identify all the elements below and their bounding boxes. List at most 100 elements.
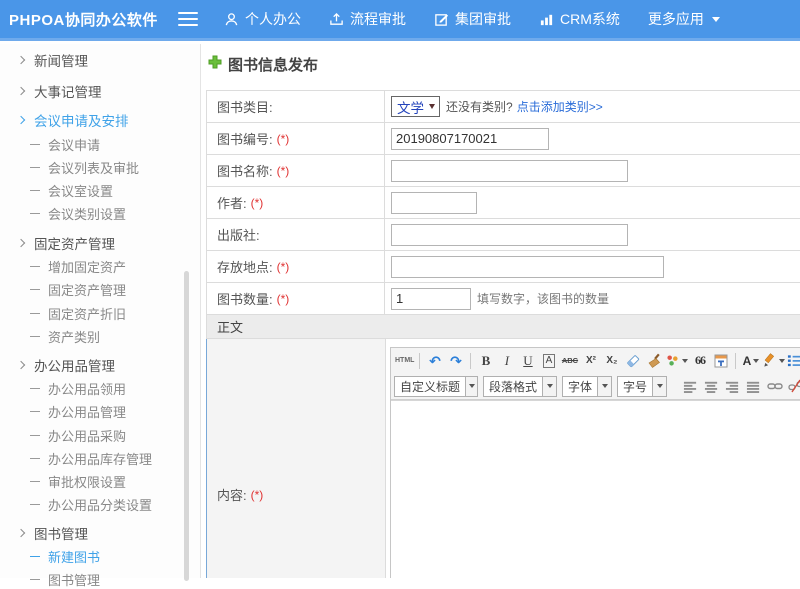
category-selected-value: 文学 bbox=[397, 97, 424, 117]
subscript-button[interactable]: X₂ bbox=[602, 351, 621, 371]
link-button[interactable] bbox=[765, 376, 784, 396]
sidebar-item-meeting-category[interactable]: 会议类别设置 bbox=[30, 203, 126, 223]
sidebar-item-book-new[interactable]: 新建图书 bbox=[30, 546, 100, 566]
heading-select[interactable]: 自定义标题 bbox=[394, 376, 478, 397]
toolbar-separator bbox=[735, 353, 736, 369]
quantity-label: 图书数量: bbox=[217, 289, 273, 308]
sidebar-item-book-manage[interactable]: 图书管理 bbox=[30, 569, 100, 589]
quantity-hint: 填写数字，该图书的数量 bbox=[477, 290, 609, 307]
bold-button[interactable]: B bbox=[476, 351, 495, 371]
highlighter-button[interactable] bbox=[762, 351, 785, 371]
form-row-location: 存放地点:(*) bbox=[207, 251, 800, 283]
sidebar-item-asset-add[interactable]: 增加固定资产 bbox=[30, 256, 126, 276]
body-section-label: 正文 bbox=[217, 317, 243, 336]
strikethrough-button[interactable]: ABC bbox=[560, 351, 579, 371]
nav-personal-office[interactable]: 个人办公 bbox=[224, 9, 301, 29]
font-size-select[interactable]: 字号 bbox=[617, 376, 667, 397]
sidebar-item-meeting-list[interactable]: 会议列表及审批 bbox=[30, 157, 139, 177]
editor-content-area[interactable] bbox=[391, 400, 800, 578]
caret-down-icon bbox=[542, 377, 556, 396]
add-category-link[interactable]: 点击添加类别>> bbox=[517, 98, 603, 115]
sidebar-scrollbar[interactable] bbox=[184, 271, 189, 581]
sidebar-item-asset-mgmt[interactable]: 固定资产管理 bbox=[18, 233, 115, 253]
blockquote-button[interactable]: 66 bbox=[690, 351, 709, 371]
content-label: 内容: bbox=[217, 485, 247, 504]
app-logo: PHPOA协同办公软件 bbox=[0, 9, 178, 30]
chevron-right-icon bbox=[17, 239, 25, 247]
sidebar-item-supplies-inventory[interactable]: 办公用品库存管理 bbox=[30, 448, 152, 468]
form-row-book-name: 图书名称:(*) bbox=[207, 155, 800, 187]
text-box-button[interactable]: A bbox=[539, 351, 558, 371]
sidebar-item-book-mgmt[interactable]: 图书管理 bbox=[18, 523, 88, 543]
sidebar-item-approval-permission[interactable]: 审批权限设置 bbox=[30, 471, 126, 491]
form-row-author: 作者:(*) bbox=[207, 187, 800, 219]
font-color-button[interactable]: A bbox=[741, 351, 760, 371]
toolbar-separator bbox=[470, 353, 471, 369]
book-name-input[interactable] bbox=[391, 160, 628, 182]
sidebar-item-asset-depreciation[interactable]: 固定资产折旧 bbox=[30, 303, 126, 323]
sidebar-item-supplies-mgmt[interactable]: 办公用品管理 bbox=[18, 355, 115, 375]
align-left-button[interactable] bbox=[681, 376, 700, 396]
color-palette-button[interactable] bbox=[665, 351, 688, 371]
dash-icon bbox=[30, 458, 40, 459]
required-mark: (*) bbox=[277, 132, 290, 146]
format-brush-button[interactable] bbox=[644, 351, 663, 371]
publisher-input[interactable] bbox=[391, 224, 628, 246]
caret-down-icon bbox=[712, 17, 720, 22]
sidebar-item-asset-manage[interactable]: 固定资产管理 bbox=[30, 279, 126, 299]
font-family-select[interactable]: 字体 bbox=[562, 376, 612, 397]
nav-more-apps[interactable]: 更多应用 bbox=[648, 9, 720, 29]
chevron-right-icon bbox=[17, 56, 25, 64]
nav-group-approval[interactable]: 集团审批 bbox=[434, 9, 511, 29]
book-form: 图书类目: 文学 还没有类别? 点击添加类别>> 图书编号: (*) 图书名称:(… bbox=[206, 90, 800, 578]
dash-icon bbox=[30, 388, 40, 389]
nav-crm-system[interactable]: CRM系统 bbox=[539, 9, 620, 29]
plus-icon bbox=[208, 55, 222, 73]
chevron-right-icon bbox=[17, 116, 25, 124]
ordered-list-button[interactable] bbox=[787, 351, 800, 371]
user-icon bbox=[224, 12, 239, 27]
sidebar-item-meeting-room[interactable]: 会议室设置 bbox=[30, 180, 113, 200]
paragraph-select[interactable]: 段落格式 bbox=[483, 376, 557, 397]
form-row-quantity: 图书数量:(*) 填写数字，该图书的数量 bbox=[207, 283, 800, 315]
category-hint: 还没有类别? bbox=[446, 98, 513, 115]
form-row-book-no: 图书编号: (*) bbox=[207, 123, 800, 155]
category-label: 图书类目: bbox=[217, 97, 273, 116]
dash-icon bbox=[30, 190, 40, 191]
sidebar-item-meeting-mgmt[interactable]: 会议申请及安排 bbox=[18, 110, 129, 130]
author-input[interactable] bbox=[391, 192, 477, 214]
publisher-label: 出版社: bbox=[217, 225, 260, 244]
category-select[interactable]: 文学 bbox=[391, 96, 440, 117]
underline-button[interactable]: U bbox=[518, 351, 537, 371]
nav-workflow-approval[interactable]: 流程审批 bbox=[329, 9, 406, 29]
hamburger-menu-icon[interactable] bbox=[178, 12, 198, 26]
rich-text-editor: HTML ↶ ↷ B I U A ABC X² X₂ bbox=[390, 347, 800, 578]
dash-icon bbox=[30, 213, 40, 214]
italic-button[interactable]: I bbox=[497, 351, 516, 371]
sidebar-item-supplies-category[interactable]: 办公用品分类设置 bbox=[30, 494, 152, 514]
sidebar-item-meeting-apply[interactable]: 会议申请 bbox=[30, 134, 100, 154]
sidebar-item-news-mgmt[interactable]: 新闻管理 bbox=[18, 50, 88, 70]
align-center-button[interactable] bbox=[702, 376, 721, 396]
book-no-label: 图书编号: bbox=[217, 129, 273, 148]
book-no-input[interactable] bbox=[391, 128, 549, 150]
sidebar-item-supplies-manage[interactable]: 办公用品管理 bbox=[30, 401, 126, 421]
sidebar-item-supplies-purchase[interactable]: 办公用品采购 bbox=[30, 425, 126, 445]
dash-icon bbox=[30, 411, 40, 412]
source-code-button[interactable]: HTML bbox=[395, 351, 414, 371]
unlink-button[interactable] bbox=[786, 376, 800, 396]
caret-down-icon bbox=[652, 377, 666, 396]
sidebar-item-milestone-mgmt[interactable]: 大事记管理 bbox=[18, 81, 102, 101]
eraser-button[interactable] bbox=[623, 351, 642, 371]
location-input[interactable] bbox=[391, 256, 664, 278]
sidebar-item-asset-category[interactable]: 资产类别 bbox=[30, 326, 100, 346]
dash-icon bbox=[30, 167, 40, 168]
align-justify-button[interactable] bbox=[744, 376, 763, 396]
insert-table-button[interactable] bbox=[711, 351, 730, 371]
align-right-button[interactable] bbox=[723, 376, 742, 396]
undo-button[interactable]: ↶ bbox=[425, 351, 444, 371]
sidebar-item-supplies-claim[interactable]: 办公用品领用 bbox=[30, 378, 126, 398]
redo-button[interactable]: ↷ bbox=[446, 351, 465, 371]
superscript-button[interactable]: X² bbox=[581, 351, 600, 371]
quantity-input[interactable] bbox=[391, 288, 471, 310]
